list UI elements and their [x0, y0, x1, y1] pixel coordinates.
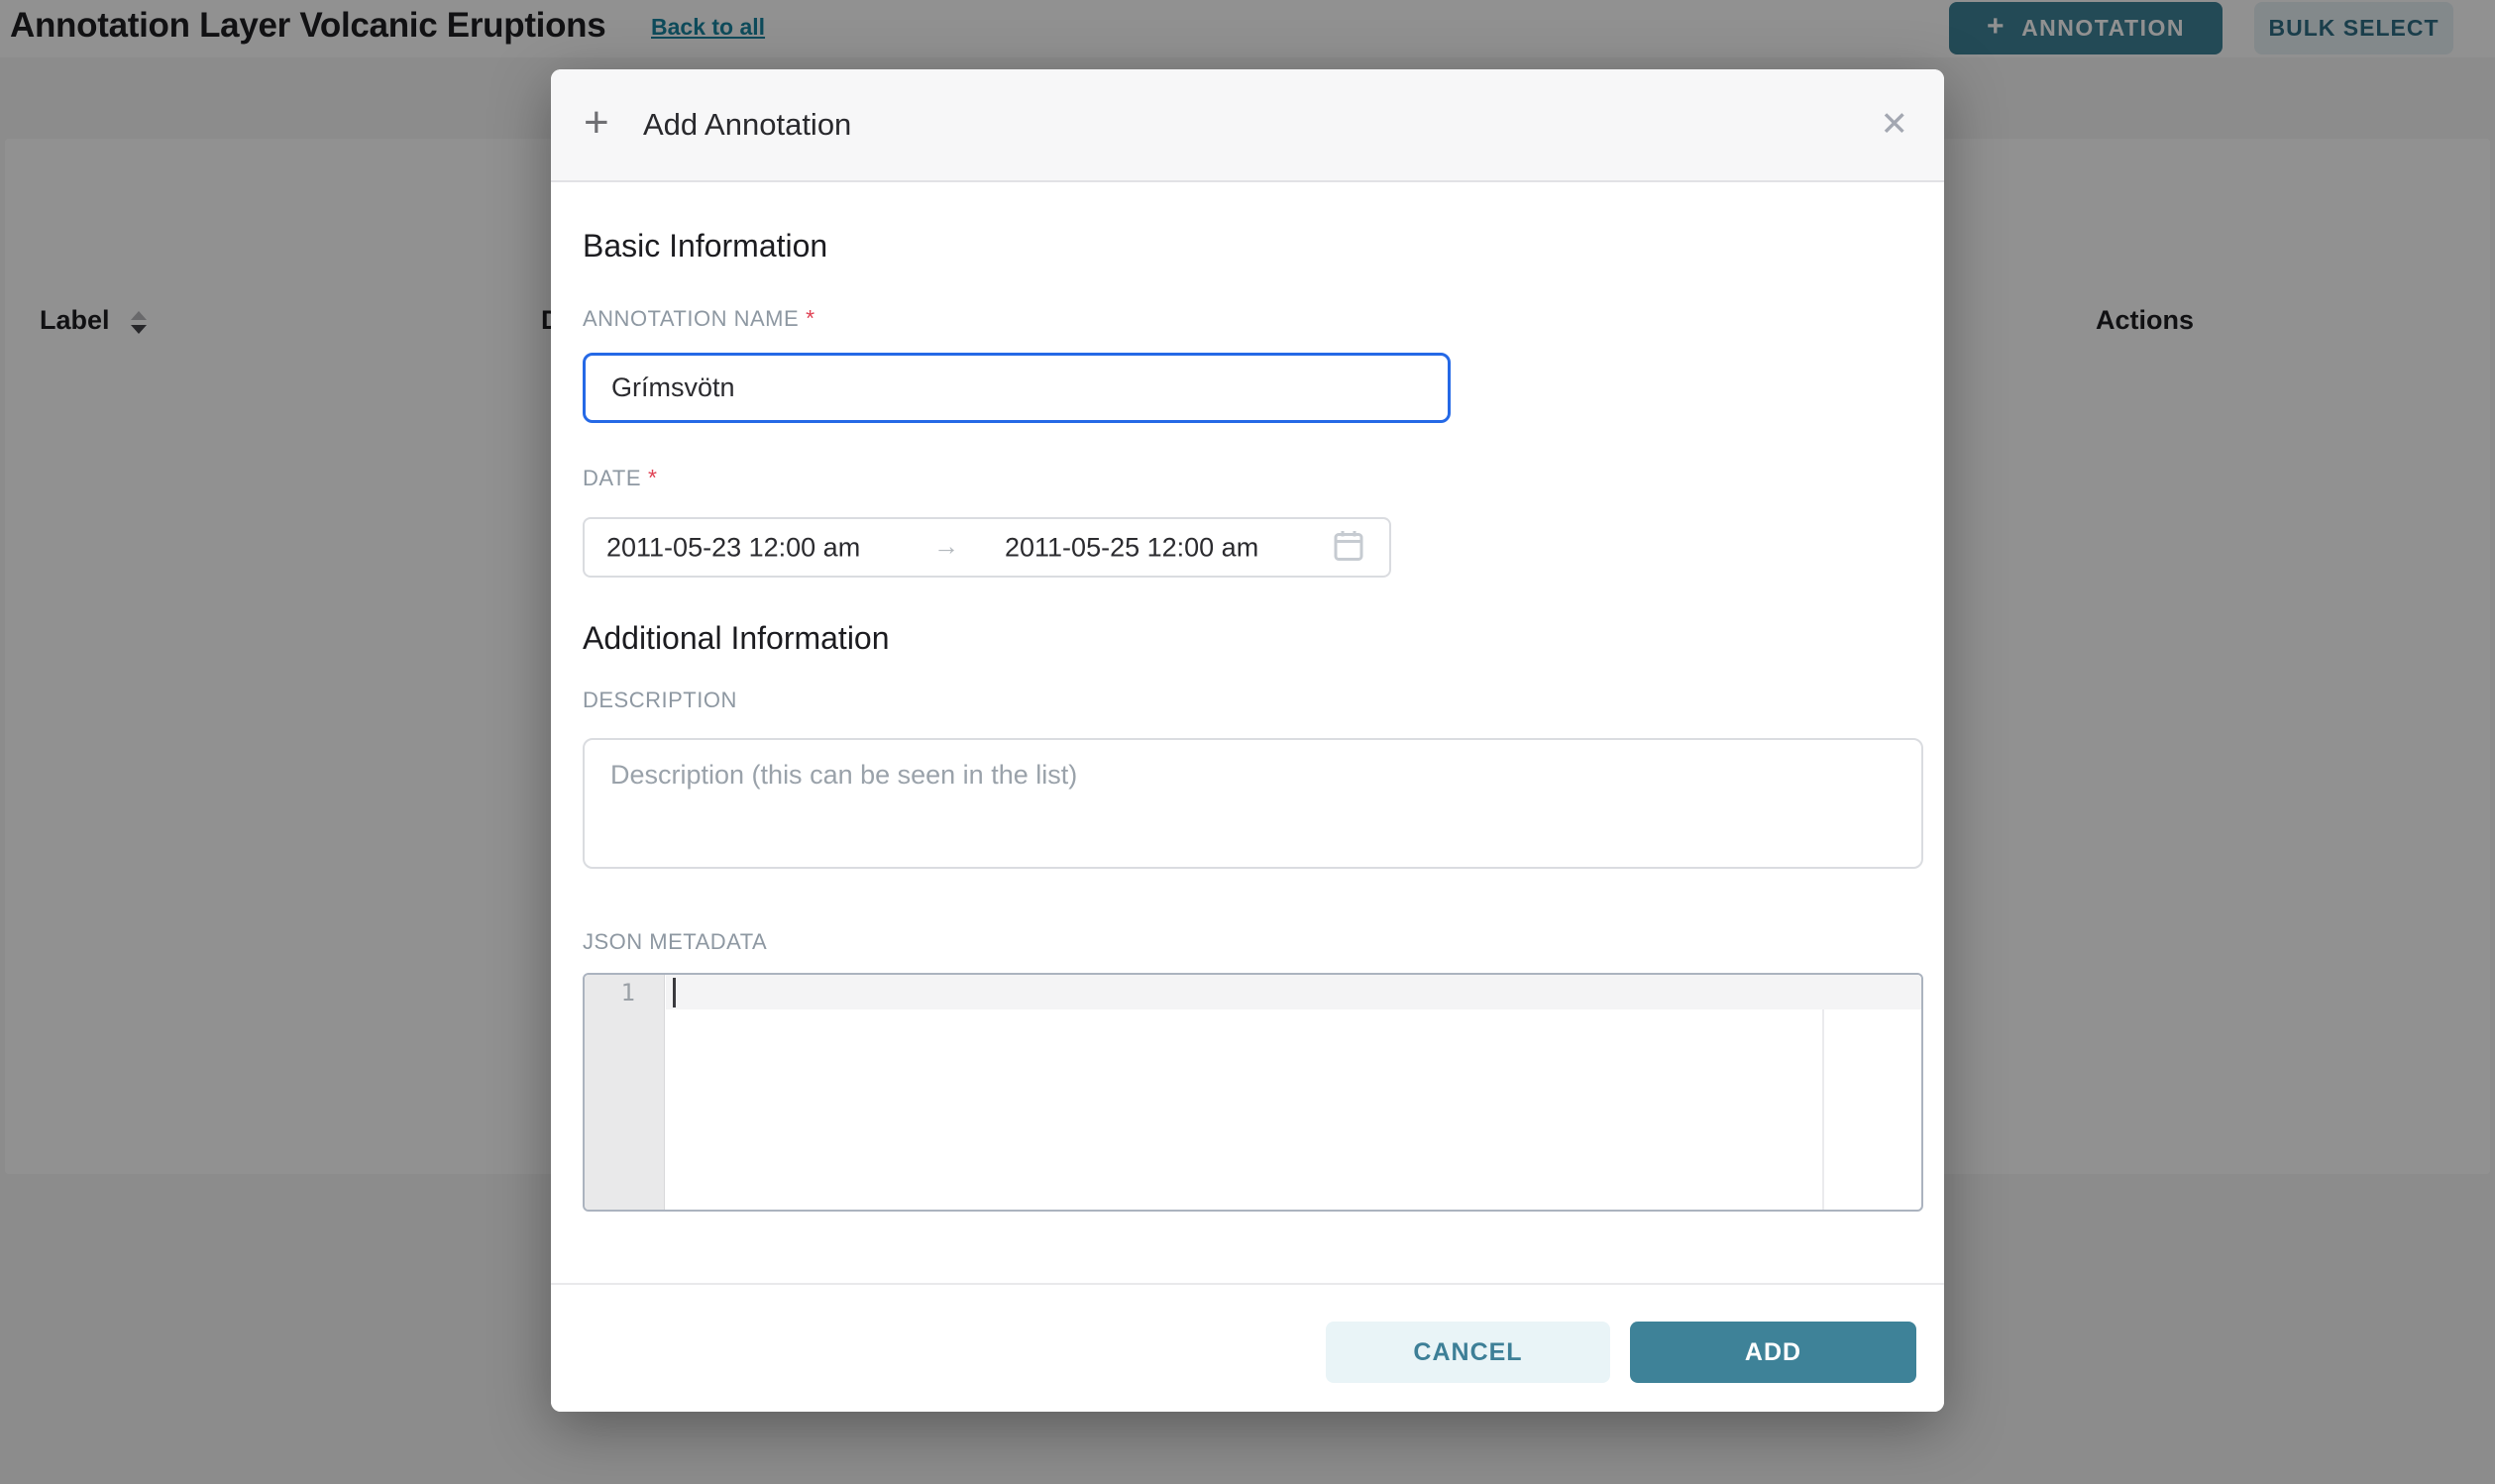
required-asterisk: *: [648, 465, 657, 490]
screen: Annotation Layer Volcanic Eruptions Back…: [0, 0, 2495, 1484]
additional-information-heading: Additional Information: [583, 620, 890, 657]
description-textarea[interactable]: [583, 738, 1923, 869]
annotation-name-label-text: ANNOTATION NAME: [583, 306, 799, 331]
date-label: DATE *: [583, 465, 658, 491]
date-start-value[interactable]: 2011-05-23 12:00 am: [606, 532, 860, 563]
json-metadata-label: JSON METADATA: [583, 929, 767, 955]
range-arrow-icon: →: [933, 530, 959, 561]
plus-icon: +: [584, 98, 609, 148]
annotation-name-label: ANNOTATION NAME *: [583, 305, 815, 332]
date-end-value[interactable]: 2011-05-25 12:00 am: [1005, 532, 1258, 563]
annotation-name-input[interactable]: [583, 353, 1451, 423]
editor-line-number: 1: [585, 979, 635, 1007]
modal-header: + Add Annotation ✕: [551, 69, 1944, 182]
json-metadata-editor[interactable]: 1: [583, 973, 1923, 1212]
required-asterisk: *: [806, 305, 814, 331]
modal-footer: CANCEL ADD: [551, 1283, 1944, 1412]
add-annotation-modal: + Add Annotation ✕ Basic Information ANN…: [551, 69, 1944, 1412]
editor-gutter: 1: [585, 975, 665, 1210]
modal-title: Add Annotation: [643, 107, 851, 143]
basic-information-heading: Basic Information: [583, 228, 827, 265]
date-range-picker[interactable]: 2011-05-23 12:00 am → 2011-05-25 12:00 a…: [583, 517, 1391, 578]
date-label-text: DATE: [583, 466, 641, 490]
calendar-icon: [1334, 529, 1363, 566]
cancel-button[interactable]: CANCEL: [1326, 1322, 1610, 1383]
editor-print-margin: [1822, 1009, 1824, 1210]
editor-active-line: [666, 975, 1921, 1009]
description-label: DESCRIPTION: [583, 688, 737, 713]
close-icon[interactable]: ✕: [1881, 107, 1909, 141]
editor-cursor: [673, 978, 676, 1007]
add-button[interactable]: ADD: [1630, 1322, 1916, 1383]
